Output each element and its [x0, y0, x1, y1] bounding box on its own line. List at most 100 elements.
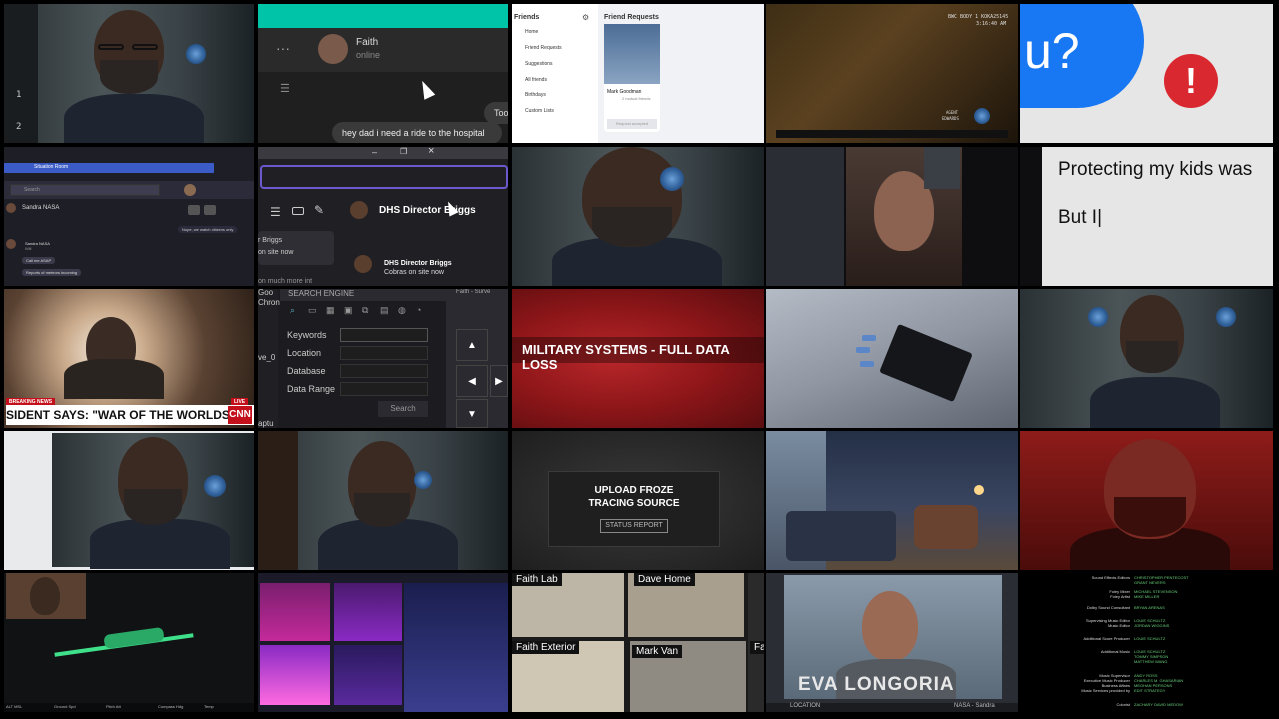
globe-icon[interactable]: ◍	[398, 305, 406, 316]
car-feed	[766, 147, 844, 286]
counter-1: 1	[16, 90, 22, 100]
sidebar-item-friend-requests[interactable]: Friend Requests	[525, 45, 562, 51]
credit-names: ANDY ROSS CHARLES M. GHASARIAN MEGHAN PE…	[1134, 673, 1184, 693]
sd-card	[879, 323, 973, 403]
contact-name[interactable]: DHS Director Briggs	[379, 205, 476, 216]
pan-right-button[interactable]: ▶	[490, 365, 508, 397]
video-call-button[interactable]	[188, 205, 200, 215]
contact-name[interactable]: DHS Director Briggs	[384, 260, 452, 267]
minimize-icon[interactable]: –	[372, 147, 377, 157]
person-head	[862, 591, 918, 661]
status-dialog	[548, 471, 720, 547]
database-input[interactable]	[340, 364, 428, 378]
panel-title: Friend Requests	[604, 14, 659, 21]
person-body	[318, 519, 458, 570]
beard	[354, 493, 410, 527]
sidebar-item-birthdays[interactable]: Birthdays	[525, 92, 546, 98]
tile-nasa-call: EVA LONGORIA LOCATION NASA - Sandra	[766, 573, 1018, 712]
credit-role: Sound Effects Editors	[1091, 575, 1130, 580]
device-icon[interactable]: ▣	[344, 305, 353, 316]
sidebar-item-custom-lists[interactable]: Custom Lists	[525, 108, 554, 114]
credit-role: Additional Score Producer	[1083, 636, 1130, 641]
screen-share-icon[interactable]	[222, 205, 232, 215]
request-accepted-badge: Request accepted	[607, 119, 657, 129]
bodycam-readout: BWC BODY 1 KOKA25145	[948, 14, 1009, 20]
avatar	[318, 34, 348, 64]
left-partial-text: Chron	[258, 298, 280, 307]
filter-icon[interactable]: ☰	[280, 82, 290, 95]
map-icon[interactable]: ▤	[380, 305, 389, 316]
credit-names: CHRISTOPHER PENTECOST GRANT NEVERS	[1134, 575, 1189, 585]
tile-man-side	[258, 431, 508, 570]
dhs-seal-icon	[660, 167, 684, 191]
menu-icon[interactable]: ☰	[270, 205, 281, 219]
compose-icon[interactable]: ✎	[314, 203, 324, 217]
camera-label: Mark Van	[632, 645, 683, 658]
keywords-input[interactable]	[340, 328, 428, 342]
person-feed	[404, 583, 508, 712]
credit-names: ZACHARY DAVID MEDOW	[1134, 702, 1183, 707]
armchair	[914, 505, 978, 549]
bubble-text: u?	[1024, 23, 1080, 79]
message-sub: Will	[25, 246, 32, 251]
camera-label: Fai	[750, 641, 764, 654]
credit-names: BRYAN ARENAS	[1134, 605, 1165, 610]
sidebar-item-home[interactable]: Home	[525, 29, 538, 35]
glasses	[132, 44, 158, 50]
grid-icon[interactable]: ▦	[326, 305, 335, 316]
chip	[860, 361, 874, 367]
dhs-seal-icon	[1088, 307, 1108, 327]
phone-call-button[interactable]	[204, 205, 216, 215]
person-body	[90, 519, 230, 569]
maximize-icon[interactable]: ❐	[400, 147, 407, 156]
tile-video-window	[4, 431, 254, 570]
preview-more: on much more int	[258, 278, 313, 285]
search-button[interactable]: Search	[378, 401, 428, 417]
tile-news-broadcast: BREAKING NEWS LIVE SIDENT SAYS: "WAR OF …	[4, 289, 254, 428]
avatar[interactable]	[184, 184, 196, 196]
location-input[interactable]	[340, 346, 428, 360]
pan-up-button[interactable]: ▲	[456, 329, 488, 361]
folder-icon[interactable]: ▭	[308, 305, 317, 316]
tile-search-engine: Goo Chron ve_0 aptu SEARCH ENGINE ⌕ ▭ ▦ …	[258, 289, 508, 428]
sidebar-item-suggestions[interactable]: Suggestions	[525, 61, 553, 67]
search-input[interactable]	[260, 165, 508, 189]
credit-names: LOUIE SCHULTZ JORDAN WIGGINS	[1134, 618, 1170, 628]
gear-icon[interactable]: ⚙	[582, 13, 589, 22]
close-icon[interactable]: ×	[428, 147, 434, 157]
credit-role: Music Supervisor Executive Music Produce…	[1081, 673, 1130, 693]
pan-left-button[interactable]: ◀	[456, 365, 488, 397]
sofa	[786, 511, 896, 561]
beard	[592, 207, 672, 247]
left-partial-text: Goo	[258, 289, 274, 297]
camera-feed	[260, 583, 330, 641]
person-head	[30, 577, 60, 615]
credit-names: MICHAEL STEVENSON MIKE MILLER	[1134, 589, 1178, 599]
window-title: Situation Room	[34, 164, 69, 170]
tile-camera-wall	[258, 573, 508, 712]
tile-man-red	[1020, 431, 1273, 570]
dialog-line-2: TRACING SOURCE	[588, 498, 680, 509]
search-icon[interactable]: ⌕	[290, 305, 295, 316]
network-icon[interactable]: ⧉	[362, 305, 368, 316]
typed-line-2[interactable]: But I|	[1058, 207, 1102, 229]
name-caption: EVA LONGORIA	[798, 674, 955, 695]
tile-credits: Sound Effects Editors CHRISTOPHER PENTEC…	[1020, 573, 1273, 712]
agent-label: AGENT	[946, 110, 959, 115]
user-icon[interactable]: ◔	[416, 305, 421, 315]
tile-man-office: 1 2	[4, 4, 254, 143]
tile-drone-feed: ALT MSL Ground Spd Pitch Att Compass Hdg…	[4, 573, 254, 712]
pan-down-button[interactable]: ▼	[456, 399, 488, 428]
tile-chat-app: ··· Faith online ☰ Too hey dad i need a …	[258, 4, 508, 143]
tile-typing-zoom: Protecting my kids was But I|	[1020, 147, 1273, 286]
more-options-button[interactable]: ···	[276, 40, 290, 56]
banner-text: MILITARY SYSTEMS - FULL DATA LOSS	[522, 342, 730, 372]
sidebar-item-all-friends[interactable]: All friends	[525, 77, 547, 83]
location-label: LOCATION	[790, 703, 821, 709]
avatar	[6, 203, 16, 213]
dialog-line-1: UPLOAD FROZE	[594, 485, 674, 496]
video-icon[interactable]	[292, 207, 304, 215]
status-report-button[interactable]: STATUS REPORT	[600, 519, 668, 533]
sidebar-title: Friends	[514, 14, 540, 21]
data-range-input[interactable]	[340, 382, 428, 396]
